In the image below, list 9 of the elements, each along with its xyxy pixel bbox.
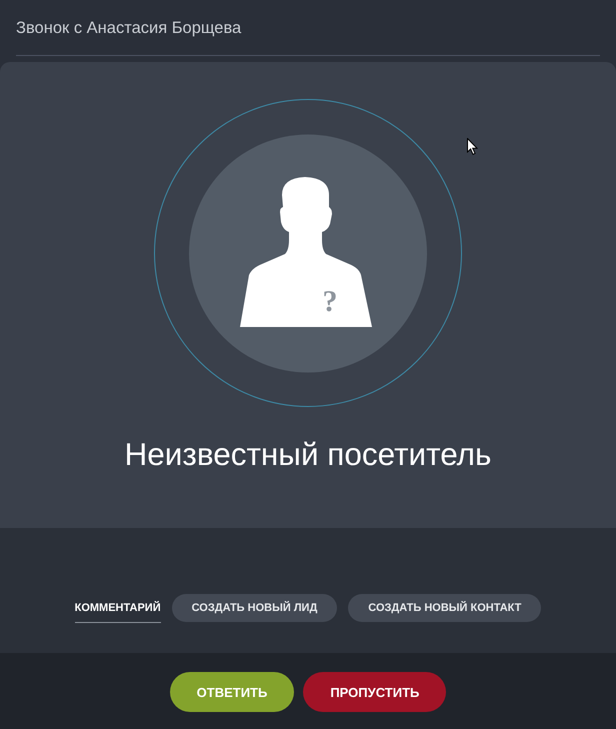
question-mark: ? (322, 285, 338, 318)
call-title: Звонок с Анастасия Борщева (16, 18, 242, 38)
skip-button[interactable]: ПРОПУСТИТЬ (303, 672, 446, 712)
caller-name: Неизвестный посетитель (124, 436, 492, 472)
tab[interactable]: СОЗДАТЬ НОВЫЙ ЛИД (172, 594, 338, 622)
tab[interactable]: КОММЕНТАРИЙ (74, 593, 161, 623)
mouse-pointer-icon (467, 138, 478, 155)
unknown-person-icon (189, 134, 427, 372)
tab[interactable]: СОЗДАТЬ НОВЫЙ КОНТАКТ (348, 594, 542, 622)
